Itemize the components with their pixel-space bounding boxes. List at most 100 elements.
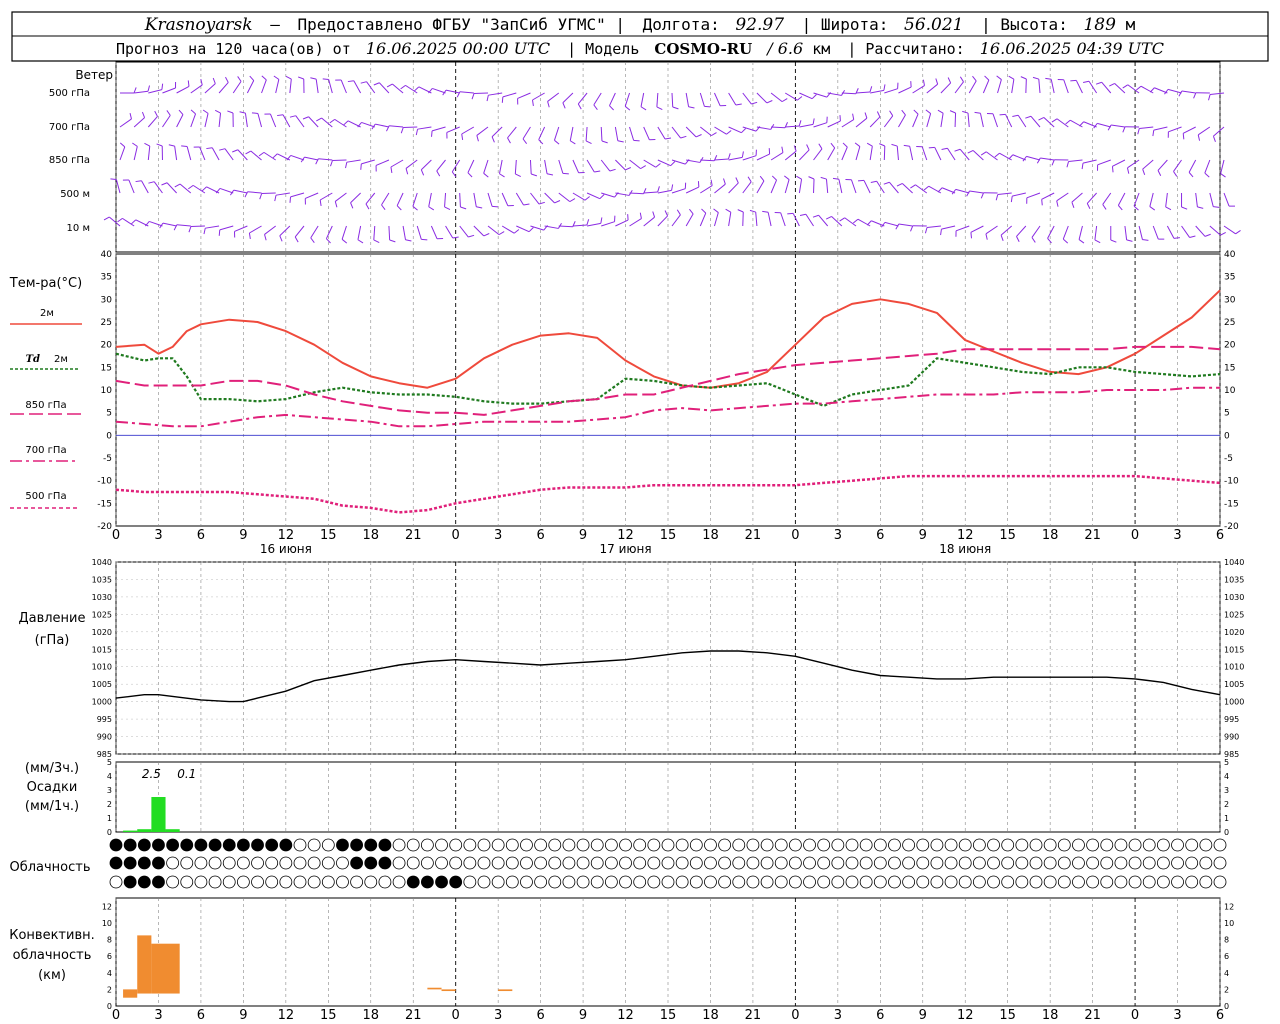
cloud-symbol — [788, 838, 802, 852]
cloud-symbol — [1043, 875, 1057, 889]
time-tick-label: 0 — [1131, 528, 1139, 543]
time-tick-label: 15 — [320, 1008, 337, 1023]
temp-tick-right: 5 — [1224, 409, 1230, 419]
cloud-symbol — [604, 856, 618, 870]
lon-value: 92.97 — [735, 15, 784, 35]
cloud-symbol — [647, 856, 661, 870]
cloud-symbol — [661, 856, 675, 870]
time-tick-label: 12 — [278, 1008, 295, 1023]
cloud-symbol — [392, 838, 406, 852]
temp-tick-left: 5 — [106, 409, 112, 419]
cloud-symbol — [916, 856, 930, 870]
cloud-symbol — [633, 856, 647, 870]
cloud-symbol — [845, 838, 859, 852]
conv-tick-left: 8 — [107, 936, 112, 945]
cloud-symbol — [435, 875, 448, 889]
day-label: 16 июня — [260, 542, 312, 556]
precip-tick-right: 0 — [1224, 828, 1229, 837]
model-name: COSMO-RU — [654, 40, 752, 58]
cloud-symbol — [1057, 875, 1071, 889]
legend-t2m-label: 2м — [40, 308, 54, 319]
cloud-symbol — [1213, 856, 1227, 870]
conv-tick-right: 0 — [1224, 1002, 1229, 1011]
cloud-symbol — [208, 856, 222, 870]
cloud-symbol — [576, 875, 590, 889]
cloud-symbol — [1072, 856, 1085, 870]
conv-tick-right: 10 — [1224, 919, 1234, 928]
pressure-tick-left: 1030 — [92, 593, 112, 602]
cloud-symbol — [916, 838, 930, 852]
cloud-symbol — [505, 856, 519, 870]
cloud-symbol — [562, 856, 576, 870]
cloud-symbol — [746, 838, 760, 852]
cloud-symbol — [236, 875, 250, 889]
precip-unit-top: (мм/3ч.) — [25, 761, 79, 776]
cloud-symbol — [406, 875, 420, 889]
cloud-symbol — [420, 838, 434, 852]
cloud-symbol — [477, 875, 491, 889]
time-tick-label: 18 — [702, 528, 719, 543]
cloud-symbol — [378, 875, 392, 889]
cloud-symbol — [944, 856, 958, 870]
temp-tick-right: 15 — [1224, 363, 1235, 373]
time-tick-label: 0 — [452, 1008, 460, 1023]
wind-barb-flag — [1182, 133, 1185, 140]
precip-tick-left: 0 — [107, 828, 112, 837]
cloud-symbol — [647, 838, 661, 852]
cloud-symbol — [590, 838, 604, 852]
cloud-symbol — [831, 875, 845, 889]
cloud-symbol — [307, 838, 321, 852]
time-tick-label: 6 — [536, 1008, 544, 1023]
pressure-tick-left: 1035 — [92, 575, 112, 584]
cloud-symbol — [689, 856, 703, 870]
computed-at: 16.06.2025 04:39 UTC — [980, 39, 1164, 58]
time-tick-label: 15 — [320, 528, 337, 543]
cloud-symbol — [873, 856, 887, 870]
cloud-symbol — [208, 838, 222, 852]
precip-bar — [165, 829, 180, 832]
cloud-symbol — [718, 838, 732, 852]
cloud-symbol — [1142, 875, 1156, 889]
cloud-symbol — [619, 838, 632, 852]
cloud-symbol — [420, 856, 434, 870]
precip-annotation: 0.1 — [177, 767, 196, 781]
cloud-symbol — [1199, 875, 1213, 889]
cloud-symbol — [958, 838, 972, 852]
cloud-symbol — [1185, 856, 1199, 870]
cloud-symbol — [732, 838, 746, 852]
cloud-symbol — [604, 875, 618, 889]
cloud-symbol — [251, 875, 264, 889]
cloud-symbol — [137, 838, 151, 852]
temp-tick-left: 10 — [101, 386, 113, 396]
cloud-symbol — [435, 856, 448, 870]
cloud-symbol — [180, 856, 194, 870]
precip-bar — [151, 797, 166, 832]
model-res-unit: км — [812, 40, 830, 58]
cloud-symbol — [251, 856, 264, 870]
cloud-symbol — [633, 838, 647, 852]
wind-barb-flag — [251, 112, 258, 114]
conv-bar — [137, 935, 152, 994]
cloud-symbol — [704, 856, 717, 870]
time-tick-label: 6 — [536, 528, 544, 543]
cloud-symbol — [590, 875, 604, 889]
cloud-symbol — [788, 875, 802, 889]
lat-label: | Широта: — [802, 15, 889, 34]
cloud-symbol — [1015, 856, 1029, 870]
precip-tick-right: 4 — [1224, 772, 1229, 781]
cloud-symbol — [222, 856, 236, 870]
time-tick-label: 3 — [834, 1008, 842, 1023]
cloud-symbol — [817, 875, 831, 889]
temp-tick-left: -20 — [97, 522, 112, 532]
cloud-symbol — [477, 838, 491, 852]
cloud-symbol — [364, 838, 378, 852]
alt-unit: м — [1126, 15, 1136, 34]
pressure-tick-right: 995 — [1224, 715, 1239, 724]
cloud-symbol — [109, 838, 123, 852]
cloud-symbol — [1100, 838, 1114, 852]
cloud-symbol — [859, 856, 873, 870]
cloud-symbol — [491, 875, 505, 889]
cloud-symbol — [123, 838, 137, 852]
cloud-symbol — [449, 875, 463, 889]
cloud-symbol — [406, 838, 420, 852]
